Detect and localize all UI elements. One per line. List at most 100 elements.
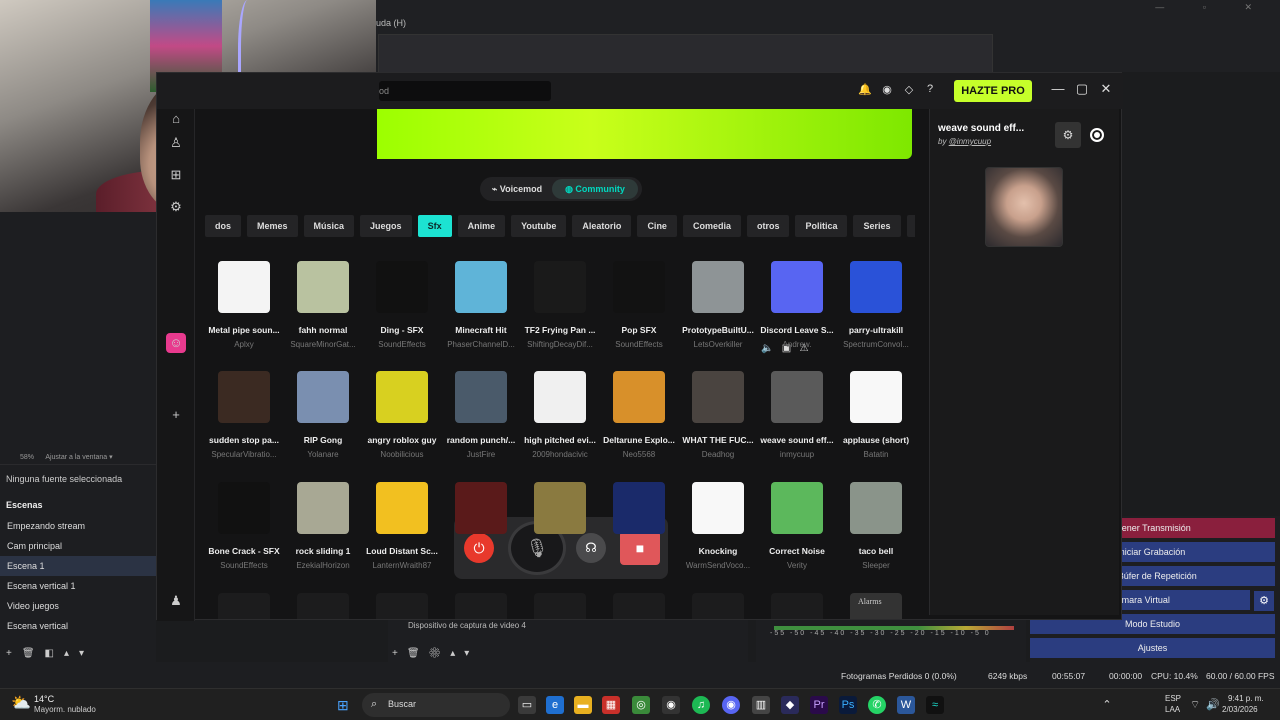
keyboard-layout[interactable]: LAA [1165, 705, 1180, 714]
sound-thumbnail[interactable] [613, 261, 665, 313]
sound-tile[interactable]: Loud Distant Sc... LanternWraith87 [362, 482, 442, 570]
sound-tile[interactable]: Metal pipe soun... Aplxy [204, 261, 284, 349]
sound-author-link[interactable]: @inmycuup [949, 137, 991, 146]
sound-thumbnail[interactable] [376, 261, 428, 313]
sound-thumbnail[interactable] [534, 593, 586, 619]
sound-tile[interactable]: Discord Leave S... Andrew. [757, 261, 837, 349]
sound-thumbnail[interactable] [692, 261, 744, 313]
clock-time[interactable]: 9:41 p. m. [1228, 694, 1264, 703]
sound-tile[interactable]: high pitched evi... 2009hondacivic [520, 371, 600, 459]
app-icon[interactable]: ▥ [752, 696, 770, 714]
sound-tile[interactable]: rock sliding 1 EzekialHorizon [283, 482, 363, 570]
record-toggle-icon[interactable] [1090, 128, 1104, 142]
sound-tile[interactable]: parry-ultrakill SpectrumConvol... [836, 261, 916, 349]
voice-icon[interactable]: ♙ [166, 133, 186, 153]
scene-item[interactable]: Escena vertical [0, 616, 156, 636]
sound-thumbnail[interactable] [534, 371, 586, 423]
discord-icon[interactable]: ◉ [722, 696, 740, 714]
profile-icon[interactable]: ♟ [166, 591, 186, 611]
category-tab[interactable]: Deport [906, 215, 915, 237]
category-tab[interactable]: Aleatorio [572, 215, 632, 237]
gear-icon[interactable]: ⚙ [1254, 591, 1274, 611]
weather-desc[interactable]: Mayorm. nublado [34, 705, 96, 714]
spotify-icon[interactable]: ♫ [692, 696, 710, 714]
category-tab[interactable]: otros [746, 215, 790, 237]
category-tab[interactable]: Anime [457, 215, 506, 237]
obs-window-controls[interactable]: — ▫ ✕ [1155, 2, 1270, 13]
minimize-icon[interactable]: — [1049, 81, 1067, 96]
category-tab[interactable]: Música [303, 215, 355, 237]
app-icon[interactable]: ☺ [166, 333, 186, 353]
sound-tile[interactable]: TF2 Frying Pan ... ShiftingDecayDif... [520, 261, 600, 349]
scene-item[interactable]: Cam principal [0, 536, 156, 556]
sound-thumbnail[interactable] [850, 482, 902, 534]
volume-icon[interactable]: 🔊 [1204, 696, 1222, 714]
sound-tile[interactable]: Deltarune Explo... Neo5568 [599, 371, 679, 459]
weather-temp[interactable]: 14°C [34, 694, 54, 704]
sound-thumbnail[interactable] [218, 593, 270, 619]
category-tab[interactable]: Politica [795, 215, 848, 237]
sound-tile[interactable] [441, 482, 521, 551]
category-tab[interactable]: Memes [247, 215, 298, 237]
sound-thumbnail[interactable] [455, 371, 507, 423]
sound-tile[interactable]: taco bell Sleeper [836, 482, 916, 570]
clock-date[interactable]: 2/03/2026 [1222, 705, 1258, 714]
sound-thumbnail[interactable] [376, 371, 428, 423]
sound-thumbnail[interactable] [771, 261, 823, 313]
taskbar-search[interactable]: ⌕ Buscar [362, 693, 510, 717]
scene-item[interactable]: Escena vertical 1 [0, 576, 156, 596]
network-icon[interactable]: ⌔ [1186, 696, 1204, 714]
windows-start-icon[interactable]: ⊞ [337, 697, 353, 713]
sound-tile[interactable]: fahh normal SquareMinorGat... [283, 261, 363, 349]
sound-tile[interactable]: Knocking WarmSendVoco... [678, 482, 758, 570]
word-icon[interactable]: W [897, 696, 915, 714]
sound-thumbnail[interactable] [613, 593, 665, 619]
sound-thumbnail[interactable] [218, 261, 270, 313]
task-view-icon[interactable]: ▭ [518, 696, 536, 714]
category-tab[interactable]: dos [205, 215, 242, 237]
sound-thumbnail[interactable] [376, 593, 428, 619]
sound-tile[interactable]: WHAT THE FUC... Deadhog [678, 371, 758, 459]
edge-icon[interactable]: e [546, 696, 564, 714]
category-tab[interactable]: Juegos [360, 215, 412, 237]
store-icon[interactable]: ▦ [602, 696, 620, 714]
sound-thumbnail[interactable] [376, 482, 428, 534]
chrome-icon[interactable]: ◎ [632, 696, 650, 714]
sound-thumbnail[interactable] [455, 482, 507, 534]
voicemod-taskbar-icon[interactable]: ≈ [926, 696, 944, 714]
zoom-mode[interactable]: Ajustar a la ventana [45, 454, 107, 461]
home-icon[interactable]: ⌂ [166, 109, 186, 129]
sliders-icon[interactable]: ⚙ [1055, 122, 1081, 148]
file-explorer-icon[interactable]: ▬ [574, 696, 592, 714]
sound-thumbnail[interactable] [297, 593, 349, 619]
sound-thumbnail[interactable] [692, 371, 744, 423]
sound-thumbnail[interactable] [297, 482, 349, 534]
scene-item[interactable]: Empezando stream [0, 516, 156, 536]
promo-banner[interactable] [377, 109, 912, 159]
sound-tile[interactable]: Minecraft Hit PhaserChannelD... [441, 261, 521, 349]
vscode-icon[interactable]: ◆ [781, 696, 799, 714]
sound-thumbnail[interactable] [297, 371, 349, 423]
sound-tile[interactable]: Correct Noise Verity [757, 482, 837, 570]
help-icon[interactable]: ? [922, 83, 938, 95]
sound-tile[interactable]: RIP Gong Yolanare [283, 371, 363, 459]
zoom-level[interactable]: 58% [20, 454, 34, 461]
language-indicator[interactable]: ESP [1165, 694, 1181, 703]
sound-thumbnail[interactable] [771, 371, 823, 423]
sound-thumbnail[interactable] [771, 593, 823, 619]
add-icon[interactable]: + [166, 405, 186, 425]
sound-thumbnail[interactable] [297, 261, 349, 313]
sound-tile[interactable]: Pop SFX SoundEffects [599, 261, 679, 349]
photoshop-icon[interactable]: Ps [839, 696, 857, 714]
close-icon[interactable]: ✕ [1097, 81, 1115, 97]
sound-thumbnail[interactable] [692, 593, 744, 619]
category-tab[interactable]: Series [853, 215, 901, 237]
whatsapp-icon[interactable]: ✆ [868, 696, 886, 714]
sound-thumbnail[interactable] [455, 261, 507, 313]
tab-voicemod[interactable]: ⌁ Voicemod [484, 179, 550, 199]
source-item-camera[interactable]: Dispositivo de captura de video 4 [408, 621, 526, 630]
tag-icon[interactable]: ◇ [901, 83, 917, 96]
sound-tile[interactable]: Bone Crack - SFX SoundEffects [204, 482, 284, 570]
obs-menu-help[interactable]: uda (H) [376, 18, 406, 28]
sound-thumbnail[interactable] [534, 482, 586, 534]
